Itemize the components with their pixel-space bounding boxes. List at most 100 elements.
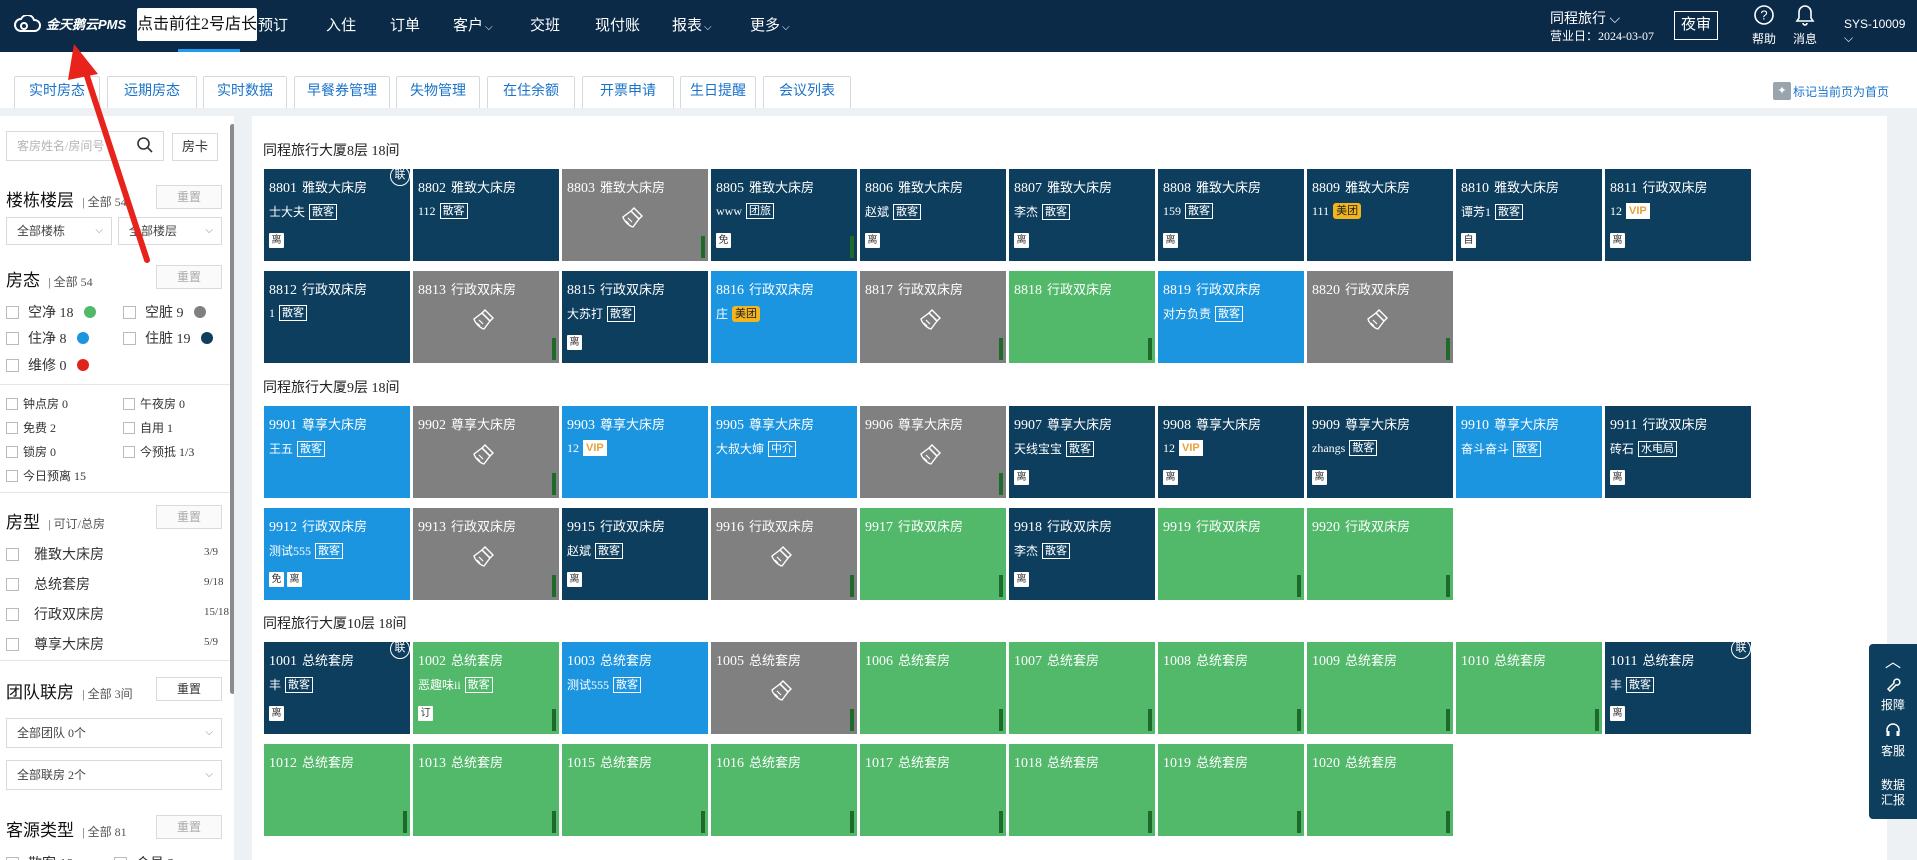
status-flag-0[interactable]: 钟点房 0 xyxy=(6,395,68,412)
nav-item-7[interactable]: 更多 ⌵ xyxy=(750,0,790,52)
hotel-selector[interactable]: 同程旅行 ⌵ xyxy=(1550,8,1620,28)
room-card[interactable]: 1007 总统套房 xyxy=(1009,642,1155,734)
room-card[interactable]: 9913 行政双床房 xyxy=(413,508,559,600)
nav-item-0[interactable]: 预订 xyxy=(258,0,288,52)
nav-item-1[interactable]: 入住 xyxy=(326,0,356,52)
room-card[interactable]: 8812 行政双床房 1 散客 xyxy=(264,271,410,363)
room-card[interactable]: 8815 行政双床房 大苏打 散客离 xyxy=(562,271,708,363)
room-card[interactable]: 8809 雅致大床房 111 美团 xyxy=(1307,169,1453,261)
room-card[interactable]: 1017 总统套房 xyxy=(860,744,1006,836)
roomtype-filter-1[interactable]: 总统套房 xyxy=(6,574,90,594)
room-card-button[interactable]: 房卡 xyxy=(172,133,218,161)
checkbox[interactable] xyxy=(6,305,19,319)
room-card[interactable]: 9910 尊享大床房 奋斗奋斗 散客 xyxy=(1456,406,1602,498)
checkbox[interactable] xyxy=(6,577,19,591)
status-filter-4[interactable]: 维修 0 xyxy=(6,355,89,375)
room-card[interactable]: 9907 尊享大床房 天线宝宝 散客离 xyxy=(1009,406,1155,498)
checkbox[interactable] xyxy=(123,445,135,458)
room-card[interactable]: 9912 行政双床房 测试555 散客免离 xyxy=(264,508,410,600)
room-card[interactable]: 9901 尊享大床房 王五 散客 xyxy=(264,406,410,498)
room-card[interactable]: 1016 总统套房 xyxy=(711,744,857,836)
status-flag-3[interactable]: 自用 1 xyxy=(123,419,173,436)
team-reset-button[interactable]: 重置 xyxy=(156,677,222,701)
room-card[interactable]: 9911 行政双床房 砖石 水电局离 xyxy=(1605,406,1751,498)
room-card[interactable]: 8803 雅致大床房 xyxy=(562,169,708,261)
room-card[interactable]: 8813 行政双床房 xyxy=(413,271,559,363)
checkbox[interactable] xyxy=(6,607,19,621)
room-card[interactable]: 9918 行政双床房 李杰 散客离 xyxy=(1009,508,1155,600)
room-card[interactable]: 9908 尊享大床房 12 VIP 离 xyxy=(1158,406,1304,498)
customer-service-button[interactable]: 客服 xyxy=(1869,722,1917,759)
room-card[interactable]: 1001 总统套房 联丰散客离 xyxy=(264,642,410,734)
tab-8[interactable]: 会议列表 xyxy=(763,76,851,108)
roomtype-filter-0[interactable]: 雅致大床房 xyxy=(6,544,104,564)
status-filter-1[interactable]: 空脏 9 xyxy=(123,302,206,322)
room-card[interactable]: 1002 总统套房 恶趣味ii 散客订 xyxy=(413,642,559,734)
tab-0[interactable]: 实时房态 xyxy=(14,76,100,108)
room-card[interactable]: 1012 总统套房 xyxy=(264,744,410,836)
nav-item-5[interactable]: 现付账 xyxy=(595,0,640,52)
room-card[interactable]: 8816 行政双床房庄美团 xyxy=(711,271,857,363)
room-card[interactable]: 9903 尊享大床房 12 VIP xyxy=(562,406,708,498)
tab-5[interactable]: 在住余额 xyxy=(487,76,575,108)
room-card[interactable]: 8805 雅致大床房 www 团旅免 xyxy=(711,169,857,261)
room-card[interactable]: 9919 行政双床房 xyxy=(1158,508,1304,600)
checkbox[interactable] xyxy=(6,637,19,651)
collapse-dock-button[interactable]: ︿ xyxy=(1869,648,1917,671)
status-filter-3[interactable]: 住脏 19 xyxy=(123,328,213,348)
checkbox[interactable] xyxy=(6,469,18,482)
nav-item-4[interactable]: 交班 xyxy=(530,0,560,52)
status-filter-0[interactable]: 空净 18 xyxy=(6,302,96,322)
roomtype-filter-3[interactable]: 尊享大床房 xyxy=(6,634,104,654)
room-card[interactable]: 1003 总统套房 测试555 散客 xyxy=(562,642,708,734)
checkbox[interactable] xyxy=(114,856,127,860)
floor-select[interactable]: 全部楼层 ⌵ xyxy=(118,217,222,245)
checkbox[interactable] xyxy=(6,547,19,561)
room-card[interactable]: 1019 总统套房 xyxy=(1158,744,1304,836)
search-icon[interactable] xyxy=(136,136,154,158)
roomtype-filter-2[interactable]: 行政双床房 xyxy=(6,604,104,624)
status-flag-4[interactable]: 锁房 0 xyxy=(6,443,56,460)
room-card[interactable]: 8802 雅致大床房 112 散客 xyxy=(413,169,559,261)
room-card[interactable]: 8819 行政双床房 对方负责 散客 xyxy=(1158,271,1304,363)
store-switch-tooltip[interactable]: 点击前往2号店长 xyxy=(137,8,257,41)
checkbox[interactable] xyxy=(6,331,19,345)
checkbox[interactable] xyxy=(123,421,135,434)
building-select[interactable]: 全部楼栋 ⌵ xyxy=(6,217,112,245)
nav-item-3[interactable]: 客户 ⌵ xyxy=(453,0,493,52)
checkbox[interactable] xyxy=(6,421,18,434)
room-card[interactable]: 9905 尊享大床房 大叔大婶 中介 xyxy=(711,406,857,498)
room-card[interactable]: 1013 总统套房 xyxy=(413,744,559,836)
status-flag-6[interactable]: 今日预离 15 xyxy=(6,467,86,484)
link-room-select[interactable]: 全部联房 2个 ⌵ xyxy=(6,760,222,790)
room-card[interactable]: 8811 行政双床房 12 VIP 离 xyxy=(1605,169,1751,261)
tab-6[interactable]: 开票申请 xyxy=(582,76,674,108)
tab-7[interactable]: 生日提醒 xyxy=(680,76,756,108)
source-filter-0[interactable]: 散客 19 xyxy=(6,853,74,860)
status-filter-2[interactable]: 住净 8 xyxy=(6,328,89,348)
room-card[interactable]: 8810 雅致大床房 谭芳1 散客自 xyxy=(1456,169,1602,261)
room-card[interactable]: 1010 总统套房 xyxy=(1456,642,1602,734)
room-card[interactable]: 1020 总统套房 xyxy=(1307,744,1453,836)
room-card[interactable]: 8806 雅致大床房 赵斌 散客离 xyxy=(860,169,1006,261)
source-filter-1[interactable]: 会员 2 xyxy=(114,853,175,860)
help-button[interactable]: ? 帮助 xyxy=(1747,4,1781,47)
room-card[interactable]: 8820 行政双床房 xyxy=(1307,271,1453,363)
room-card[interactable]: 1009 总统套房 xyxy=(1307,642,1453,734)
room-card[interactable]: 8818 行政双床房 xyxy=(1009,271,1155,363)
tab-4[interactable]: 失物管理 xyxy=(396,76,480,108)
checkbox[interactable] xyxy=(123,305,136,319)
room-card[interactable]: 1018 总统套房 xyxy=(1009,744,1155,836)
checkbox[interactable] xyxy=(6,445,18,458)
room-card[interactable]: 1008 总统套房 xyxy=(1158,642,1304,734)
pin-homepage-link[interactable]: ✦ 标记当前页为首页 xyxy=(1773,82,1889,100)
nav-item-6[interactable]: 报表 ⌵ xyxy=(672,0,712,52)
room-card[interactable]: 8808 雅致大床房 159 散客离 xyxy=(1158,169,1304,261)
source-reset-button[interactable]: 重置 xyxy=(156,815,222,839)
checkbox[interactable] xyxy=(6,358,19,372)
room-card[interactable]: 9909 尊享大床房 zhangs 散客离 xyxy=(1307,406,1453,498)
room-card[interactable]: 9906 尊享大床房 xyxy=(860,406,1006,498)
room-card[interactable]: 9917 行政双床房 xyxy=(860,508,1006,600)
status-flag-2[interactable]: 免费 2 xyxy=(6,419,56,436)
user-menu[interactable]: SYS-10009 ⌵ xyxy=(1844,17,1917,46)
